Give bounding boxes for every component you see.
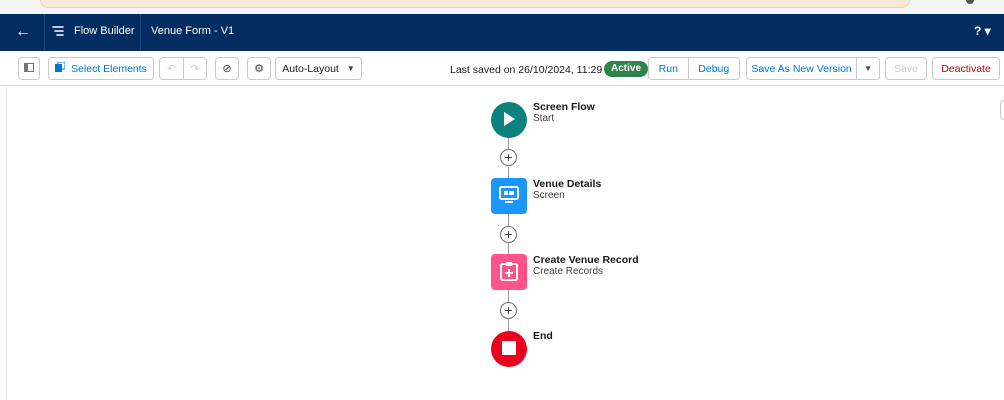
undo-icon: ↶ [167, 62, 176, 75]
app-header: ← Flow Builder Venue Form - V1 ? ▾ [0, 14, 1004, 51]
select-elements-button[interactable]: Select Elements [48, 57, 154, 80]
canvas-panel-toggle[interactable] [1000, 100, 1004, 120]
chevron-down-icon: ▼ [346, 64, 355, 73]
end-node[interactable] [491, 331, 527, 367]
gear-icon: ⚙ [254, 63, 264, 75]
play-icon [502, 111, 516, 130]
node-title: Create Venue Record [533, 254, 639, 266]
save-options-button[interactable]: ▼ [856, 58, 879, 79]
node-subtitle: Create Records [533, 266, 604, 277]
run-button[interactable]: Run [649, 58, 688, 79]
toolbar: Select Elements ↶ ↷ ⊘ ⚙ Auto-Layout ▼ La… [0, 51, 1004, 86]
save-button[interactable]: Save [885, 57, 927, 80]
redo-button[interactable]: ↷ [183, 58, 206, 79]
save-as-group: Save As New Version ▼ [746, 57, 880, 80]
connector-line [508, 290, 509, 302]
redo-icon: ↷ [190, 62, 200, 75]
ban-icon: ⊘ [222, 63, 232, 75]
add-element-button[interactable]: + [500, 226, 517, 243]
panel-icon [24, 62, 34, 75]
help-menu-button[interactable]: ? ▾ [974, 24, 991, 38]
arrow-left-icon: ← [15, 23, 31, 40]
flow-name: Venue Form - V1 [151, 25, 235, 37]
node-subtitle: Start [533, 113, 555, 124]
add-element-button[interactable]: + [500, 302, 517, 319]
stop-icon [501, 340, 517, 359]
chevron-down-icon: ▼ [864, 64, 873, 73]
last-saved-text: Last saved on 26/10/2024, 11:29 am [450, 64, 620, 76]
undo-button[interactable]: ↶ [160, 58, 183, 79]
connector-line [508, 137, 509, 149]
status-badge: Active [604, 61, 649, 77]
undo-redo-group: ↶ ↷ [159, 57, 207, 80]
debug-button[interactable]: Debug [687, 58, 739, 79]
node-subtitle: Screen [533, 190, 565, 201]
screen-node[interactable] [491, 178, 527, 214]
screen-icon [499, 185, 519, 207]
select-elements-label: Select Elements [71, 62, 147, 75]
save-as-new-version-button[interactable]: Save As New Version [747, 58, 857, 79]
node-title: End [533, 330, 553, 342]
run-debug-group: Run Debug [648, 57, 740, 80]
browser-address-bar [40, 0, 910, 8]
app-name: Flow Builder [74, 25, 135, 37]
node-title: Screen Flow [533, 101, 595, 113]
select-elements-icon [55, 61, 66, 75]
browser-profile-icon [966, 0, 974, 4]
node-title: Venue Details [533, 178, 602, 190]
layout-select-value: Auto-Layout [282, 62, 339, 75]
header-divider [44, 14, 45, 51]
back-button[interactable]: ← [10, 22, 36, 42]
errors-button[interactable]: ⊘ [215, 57, 239, 80]
browser-chrome-strip [0, 0, 1004, 14]
connector-line [508, 213, 509, 226]
deactivate-button[interactable]: Deactivate [932, 57, 1000, 80]
flow-settings-button[interactable]: ⚙ [247, 57, 271, 80]
toggle-toolbox-button[interactable] [18, 57, 40, 80]
start-node[interactable] [491, 102, 527, 138]
create-record-icon [500, 261, 518, 284]
add-element-button[interactable]: + [500, 149, 517, 166]
connector-line [508, 319, 509, 331]
header-divider [140, 14, 141, 51]
flow-builder-icon [50, 24, 66, 40]
layout-select[interactable]: Auto-Layout ▼ [275, 57, 362, 80]
create-records-node[interactable] [491, 254, 527, 290]
